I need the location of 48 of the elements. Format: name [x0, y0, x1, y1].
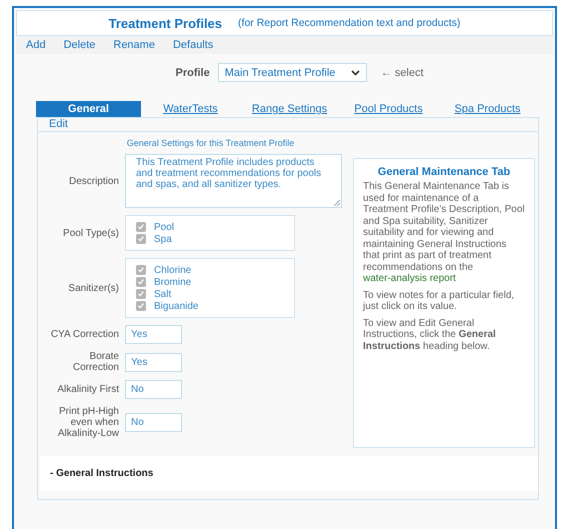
help-title: General Maintenance Tab — [376, 166, 512, 178]
checkbox[interactable] — [136, 234, 146, 244]
value-field[interactable]: Yes — [125, 352, 182, 372]
menu-item[interactable]: Rename — [113, 39, 155, 51]
option-label: Salt — [154, 288, 172, 300]
profile-label: Profile — [175, 66, 210, 78]
tab[interactable]: Pool Products — [339, 101, 438, 117]
checkbox[interactable] — [136, 265, 146, 275]
menu-item[interactable]: Add — [26, 39, 46, 51]
tab[interactable]: WaterTests — [141, 101, 240, 117]
value-field[interactable]: No — [125, 413, 182, 432]
profile-select[interactable]: Main Treatment Profile — [218, 63, 367, 82]
window-subtitle: (for Report Recommendation text and products) — [238, 17, 460, 29]
field-label: Description — [68, 176, 119, 186]
checkbox[interactable] — [136, 222, 146, 232]
menu-item[interactable]: Delete — [64, 39, 96, 51]
help-paragraph: To view and Edit General Instructions, click the General Instructions heading below. — [363, 318, 497, 352]
tab[interactable]: Range Settings — [240, 101, 339, 117]
section-title: General Settings for this Treatment Profile — [126, 137, 296, 150]
field-label: Pool Type(s) — [62, 228, 119, 238]
option-label: Biguanide — [154, 300, 198, 312]
help-paragraph: This General Maintenance Tab is used for maintenance of a Treatment Profile's Description, Pool and Spa suitability, Sanitizer suitability and for viewing and maintaining General Instructions that print as part of treatment recommendations on the water-analysis report — [363, 181, 525, 284]
tab[interactable]: Spa Products — [438, 101, 537, 117]
field-label: Print pH-High even when Alkalinity-Low — [56, 406, 119, 439]
checkbox[interactable] — [136, 277, 146, 287]
option-label: Bromine — [154, 276, 192, 288]
tab[interactable]: General — [36, 101, 141, 117]
window-title: Treatment Profiles — [108, 16, 222, 30]
help-paragraph: To view notes for a particular field, just click on its value. — [363, 290, 516, 312]
field-label: Borate Correction — [72, 351, 119, 373]
option-label: Spa — [154, 234, 172, 244]
option-label: Pool — [154, 222, 174, 232]
checkbox[interactable] — [136, 289, 146, 299]
resize-grip-icon — [334, 200, 340, 206]
chevron-down-icon — [350, 70, 360, 76]
edit-link[interactable]: Edit — [49, 118, 68, 130]
report-link[interactable]: water-analysis report — [363, 273, 456, 284]
select-hint: ← select — [380, 66, 424, 78]
description-field[interactable]: This Treatment Profile includes products and treatment recommendations for pools and spas, and all sanitizer types. — [125, 154, 342, 208]
field-label: CYA Correction — [50, 329, 119, 340]
value-field[interactable]: Yes — [125, 325, 182, 344]
instructions-heading[interactable]: - General Instructions — [50, 468, 154, 479]
menu-item[interactable]: Defaults — [172, 39, 214, 51]
field-label: Alkalinity First — [56, 384, 119, 395]
value-field[interactable]: No — [125, 380, 182, 399]
field-label: Sanitizer(s) — [67, 282, 119, 294]
option-label: Chlorine — [154, 264, 192, 276]
checkbox[interactable] — [136, 301, 146, 311]
